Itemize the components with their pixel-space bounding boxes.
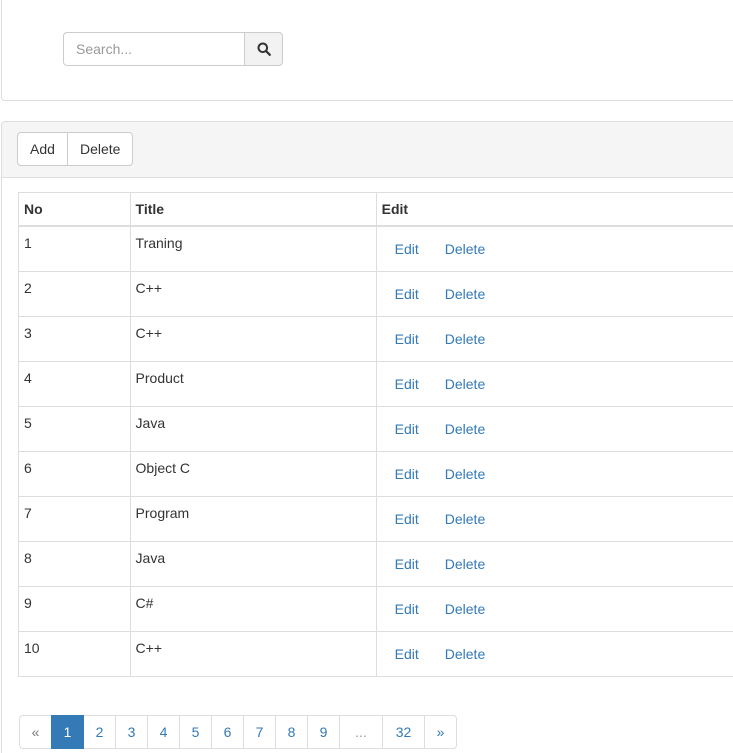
- row-edit-link[interactable]: Edit: [382, 509, 432, 529]
- row-edit-link[interactable]: Edit: [382, 284, 432, 304]
- row-title: C++: [129, 630, 377, 677]
- row-title: Java: [129, 405, 377, 452]
- row-actions: Edit Delete: [375, 225, 733, 272]
- row-edit-link[interactable]: Edit: [382, 599, 432, 619]
- row-no: 7: [18, 495, 131, 542]
- column-header-title: Title: [129, 192, 377, 227]
- pagination-page-7[interactable]: 7: [243, 715, 276, 749]
- pagination-prev[interactable]: «: [19, 715, 52, 749]
- pagination-page-1[interactable]: 1: [51, 715, 84, 749]
- row-title: Traning: [129, 225, 377, 272]
- table-row: 3 C++ Edit Delete: [18, 315, 733, 362]
- row-edit-link[interactable]: Edit: [382, 239, 432, 259]
- row-actions: Edit Delete: [375, 405, 733, 452]
- row-delete-link[interactable]: Delete: [432, 374, 498, 394]
- row-actions: Edit Delete: [375, 360, 733, 407]
- add-button[interactable]: Add: [17, 132, 68, 166]
- table-header-row: No Title Edit: [18, 192, 733, 227]
- delete-button[interactable]: Delete: [68, 132, 133, 166]
- row-edit-link[interactable]: Edit: [382, 374, 432, 394]
- row-no: 4: [18, 360, 131, 407]
- data-table: No Title Edit 1 Traning Edit Delete 2 C++ Edit…: [18, 192, 733, 677]
- row-no: 5: [18, 405, 131, 452]
- pagination-page-2[interactable]: 2: [83, 715, 116, 749]
- row-delete-link[interactable]: Delete: [432, 599, 498, 619]
- row-actions: Edit Delete: [375, 450, 733, 497]
- row-actions: Edit Delete: [375, 315, 733, 362]
- row-actions: Edit Delete: [375, 540, 733, 587]
- pagination-page-6[interactable]: 6: [211, 715, 244, 749]
- row-title: C++: [129, 315, 377, 362]
- table-row: 9 C# Edit Delete: [18, 585, 733, 632]
- row-no: 3: [18, 315, 131, 362]
- row-no: 2: [18, 270, 131, 317]
- row-delete-link[interactable]: Delete: [432, 239, 498, 259]
- table-row: 8 Java Edit Delete: [18, 540, 733, 587]
- pagination-next[interactable]: »: [424, 715, 457, 749]
- pagination-page-5[interactable]: 5: [179, 715, 212, 749]
- row-no: 10: [18, 630, 131, 677]
- row-delete-link[interactable]: Delete: [432, 509, 498, 529]
- pagination-page-4[interactable]: 4: [147, 715, 180, 749]
- pagination-page-3[interactable]: 3: [115, 715, 148, 749]
- row-edit-link[interactable]: Edit: [382, 464, 432, 484]
- search-icon: [257, 42, 271, 56]
- search-input[interactable]: [63, 32, 244, 66]
- search-panel: [1, 0, 733, 101]
- pagination: «1 2 3 4 5 6 7 8 9... 32»: [19, 715, 457, 749]
- column-header-edit: Edit: [375, 192, 733, 227]
- row-actions: Edit Delete: [375, 630, 733, 677]
- list-panel: Add Delete No Title Edit 1 Traning Edit Del…: [1, 121, 733, 753]
- search-button[interactable]: [244, 32, 283, 66]
- pagination-page-8[interactable]: 8: [275, 715, 308, 749]
- row-edit-link[interactable]: Edit: [382, 554, 432, 574]
- row-delete-link[interactable]: Delete: [432, 329, 498, 349]
- row-title: Java: [129, 540, 377, 587]
- table-row: 2 C++ Edit Delete: [18, 270, 733, 317]
- row-title: C++: [129, 270, 377, 317]
- table-row: 7 Program Edit Delete: [18, 495, 733, 542]
- row-delete-link[interactable]: Delete: [432, 464, 498, 484]
- row-delete-link[interactable]: Delete: [432, 554, 498, 574]
- row-actions: Edit Delete: [375, 495, 733, 542]
- row-no: 9: [18, 585, 131, 632]
- row-no: 6: [18, 450, 131, 497]
- table-row: 10 C++ Edit Delete: [18, 630, 733, 677]
- row-delete-link[interactable]: Delete: [432, 419, 498, 439]
- row-title: Object C: [129, 450, 377, 497]
- row-title: C#: [129, 585, 377, 632]
- row-delete-link[interactable]: Delete: [432, 644, 498, 664]
- row-delete-link[interactable]: Delete: [432, 284, 498, 304]
- table-row: 6 Object C Edit Delete: [18, 450, 733, 497]
- row-no: 1: [18, 225, 131, 272]
- row-edit-link[interactable]: Edit: [382, 329, 432, 349]
- row-no: 8: [18, 540, 131, 587]
- table-row: 5 Java Edit Delete: [18, 405, 733, 452]
- pagination-page-last[interactable]: 32: [382, 715, 425, 749]
- row-actions: Edit Delete: [375, 585, 733, 632]
- pagination-ellipsis[interactable]: ...: [339, 715, 383, 749]
- table-row: 4 Product Edit Delete: [18, 360, 733, 407]
- toolbar-button-group: Add Delete: [17, 132, 133, 166]
- row-actions: Edit Delete: [375, 270, 733, 317]
- row-edit-link[interactable]: Edit: [382, 419, 432, 439]
- column-header-no: No: [18, 192, 131, 227]
- row-title: Product: [129, 360, 377, 407]
- table-row: 1 Traning Edit Delete: [18, 225, 733, 272]
- table-body: 1 Traning Edit Delete 2 C++ Edit Delete 3 C++ Edit…: [18, 225, 733, 677]
- row-title: Program: [129, 495, 377, 542]
- row-edit-link[interactable]: Edit: [382, 644, 432, 664]
- pagination-page-9[interactable]: 9: [307, 715, 340, 749]
- search-group: [63, 32, 283, 66]
- panel-heading: Add Delete: [2, 122, 733, 178]
